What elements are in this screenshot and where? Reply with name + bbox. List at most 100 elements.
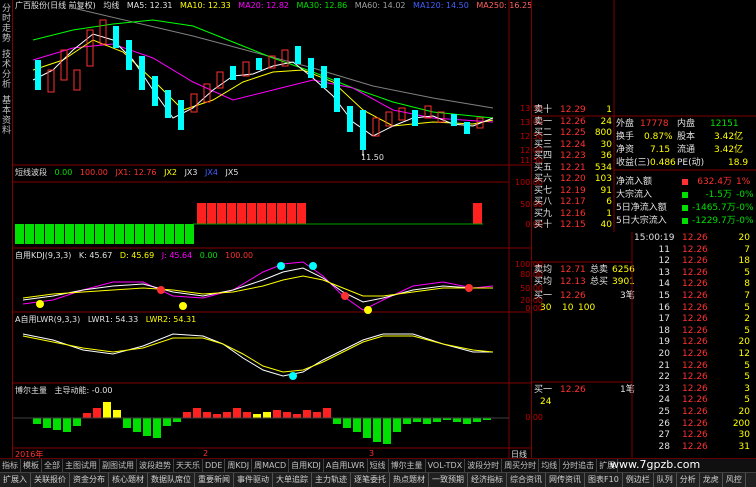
chart-area[interactable]: 广百股份(日线 前复权) 均线 MA5: 12.31 MA10: 12.33 M… [13,0,543,459]
momentum-bar [53,418,61,430]
function-tab[interactable]: 分析 [677,473,700,487]
indicator-tab[interactable]: 主图试用 [63,459,100,472]
momentum-bar [333,418,341,424]
wave-bar-green [65,224,74,244]
indicator-tab[interactable]: 模板 [21,459,42,472]
indicator-tab[interactable]: 自用KDJ [289,459,324,472]
function-tab[interactable]: 经济指标 [468,473,507,487]
indicator-tab[interactable]: 全部 [42,459,63,472]
wave-bar-green [85,224,94,244]
momentum-bar [153,418,161,438]
pane2-title: 短线波段 [15,168,47,177]
indicator-tab[interactable]: 副图试用 [100,459,137,472]
function-tab[interactable]: 风控 [723,473,746,487]
function-tab[interactable]: 热点题材 [390,473,429,487]
momentum-bar [213,414,221,418]
pane2-jx1: JX1: 12.76 [115,168,157,177]
indicator-tab[interactable]: VOL-TDX [426,459,466,472]
candles [35,19,484,150]
pane3-legend: 自用KDJ(9,3,3) K: 45.67 D: 45.69 J: 45.64 … [15,250,258,261]
pane3-k: K: 45.67 [78,251,113,260]
function-bar: 扩展入 关联报价 资金分布 核心题材 数据队席位 重要新闻 事件驱动 大单追踪 主力轨迹 逐笔委托… [0,472,756,487]
wave-bar-green [105,224,114,244]
indicator-tab[interactable]: DDE [203,459,226,472]
wave-bar-green [145,224,154,244]
time-month-3: 3 [369,449,375,458]
pane2-jx5: JX5 [225,168,239,177]
momentum-bar [243,412,251,418]
pane2-v2: 100.00 [79,168,108,177]
sidebar-tab-profile[interactable]: 基本资料 [1,96,12,136]
pane3-title: 自用KDJ(9,3,3) [15,251,72,260]
momentum-bar [253,414,261,418]
momentum-bar [473,418,481,422]
watermark-text: www.7gpzb.com [610,458,701,471]
indicator-tab[interactable]: 博尔主量 [389,459,426,472]
wave-bar-green [95,224,104,244]
momentum-bars [33,402,491,444]
function-tab[interactable]: 重要新闻 [195,473,234,487]
momentum-bar [203,412,211,418]
momentum-bar [43,418,51,428]
kdj-j-line [22,261,494,311]
function-tab[interactable]: 例边栏 [623,473,654,487]
function-tab[interactable]: 龙虎 [700,473,723,487]
function-tab[interactable]: 关联报价 [31,473,70,487]
momentum-bar [63,418,71,432]
function-tab[interactable]: 事件驱动 [234,473,273,487]
lwr1-line [22,333,493,377]
indicator-tab[interactable]: 指标 [0,459,21,472]
momentum-bar [33,418,41,424]
indicator-tab[interactable]: 周MACD [252,459,290,472]
indicator-tab[interactable]: 天天乐 [174,459,203,472]
function-tab[interactable]: 资金分布 [70,473,109,487]
time-month-2: 2 [203,449,209,458]
function-tab[interactable]: 一致预期 [429,473,468,487]
function-tab[interactable]: 队列 [654,473,677,487]
indicator-tab[interactable]: 周KDJ [225,459,253,472]
low-price-label: 11.50 [361,153,384,162]
sidebar-tab-technical[interactable]: 技术分析 [1,50,12,90]
function-tab[interactable]: 图表F10 [585,473,623,487]
pane4-lwr2: LWR2: 54.31 [145,315,197,324]
momentum-bar [313,412,321,418]
pane4-lwr1: LWR1: 54.33 [87,315,139,324]
indicator-tab[interactable]: 波段分时 [465,459,503,472]
sidebar-tab-intraday[interactable]: 分时走势 [1,4,12,44]
indicator-tab[interactable]: A自用LWR [324,459,368,472]
function-tab[interactable]: 逐笔委托 [351,473,390,487]
indicator-tab[interactable]: 周买分时 [502,459,540,472]
momentum-bar [383,418,391,444]
pane4-title: A自用LWR(9,3,3) [15,315,81,324]
momentum-bar [343,418,351,428]
function-tab[interactable]: 主力轨迹 [312,473,351,487]
momentum-bar [83,413,91,418]
function-tab[interactable]: 大单追踪 [273,473,312,487]
indicator-tab[interactable]: 波段趋势 [137,459,174,472]
function-tab[interactable]: 扩展入 [0,473,31,487]
function-tab[interactable]: 数据队席位 [148,473,195,487]
wave-bar-green [15,224,24,244]
indicator-tab[interactable]: 均线 [539,459,561,472]
pane2-jx2: JX2 [164,168,178,177]
momentum-bar [293,414,301,418]
wave-bar-red [287,203,296,224]
wave-bar-green [75,224,84,244]
function-tab[interactable]: 核心题材 [109,473,148,487]
ma5-line [32,33,494,137]
pane4-legend: A自用LWR(9,3,3) LWR1: 54.33 LWR2: 54.31 [15,314,201,325]
indicator-tab[interactable]: 短线 [368,459,389,472]
momentum-bar [93,408,101,418]
momentum-bar [463,418,471,424]
function-tab[interactable]: 综合资讯 [507,473,546,487]
pane5-title: 博尔主量 [15,386,47,395]
momentum-bar [123,418,131,428]
function-tab[interactable]: 网传资讯 [546,473,585,487]
momentum-bar [143,418,151,436]
left-sidebar: 分时走势 技术分析 基本资料 [0,0,13,467]
indicator-tab[interactable]: 分时追击 [560,459,598,472]
momentum-bar [423,418,431,424]
wave-bar-green [175,224,184,244]
ma60-line [72,7,494,109]
momentum-bar [403,418,411,424]
